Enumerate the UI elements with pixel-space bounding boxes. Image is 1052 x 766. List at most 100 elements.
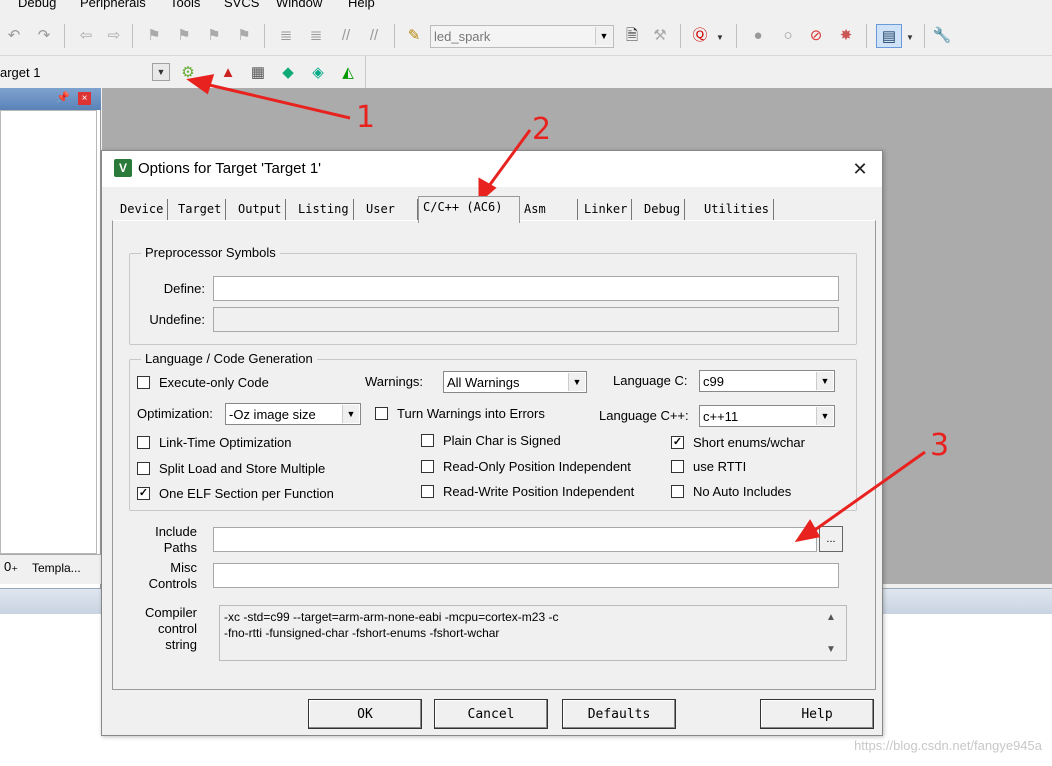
menu-tools[interactable]: Tools bbox=[170, 0, 200, 10]
close-icon[interactable]: × bbox=[78, 92, 91, 105]
tab-linker[interactable]: Linker bbox=[580, 199, 633, 221]
optimization-select[interactable]: -Oz image size ▼ bbox=[225, 403, 361, 425]
uncomment-icon[interactable]: // bbox=[364, 25, 384, 45]
plain-char-option[interactable]: Plain Char is Signed bbox=[421, 431, 561, 449]
ropi-checkbox[interactable] bbox=[421, 459, 434, 473]
chevron-down-icon[interactable]: ▼ bbox=[152, 63, 170, 81]
close-button[interactable]: ✕ bbox=[846, 157, 874, 181]
split-load-checkbox[interactable] bbox=[137, 461, 150, 475]
one-elf-option[interactable]: ✓ One ELF Section per Function bbox=[137, 484, 334, 502]
redo-icon[interactable]: ↷ bbox=[34, 25, 54, 45]
tab-target[interactable]: Target bbox=[174, 199, 227, 221]
tab-listing[interactable]: Listing bbox=[294, 199, 354, 221]
include-paths-input[interactable] bbox=[213, 527, 817, 552]
find-in-files-icon[interactable]: ✎ bbox=[404, 25, 424, 45]
breakpoint-disable-icon[interactable]: ○ bbox=[778, 25, 798, 45]
turn-warnings-option[interactable]: Turn Warnings into Errors bbox=[375, 404, 545, 422]
turn-warnings-label: Turn Warnings into Errors bbox=[397, 405, 545, 421]
watermark-text: https://blog.csdn.net/fangye945a bbox=[854, 738, 1042, 753]
language-cpp-select[interactable]: c++11 ▼ bbox=[699, 405, 835, 427]
debug-session-icon[interactable]: Ⓠ bbox=[690, 25, 710, 45]
unindent-icon[interactable]: ≣ bbox=[306, 25, 326, 45]
project-combo[interactable]: led_spark ▼ bbox=[430, 25, 614, 48]
c-cpp-tab-page: Preprocessor Symbols Define: Undefine: L… bbox=[112, 220, 876, 690]
rwpi-option[interactable]: Read-Write Position Independent bbox=[421, 482, 634, 500]
short-enums-checkbox[interactable]: ✓ bbox=[671, 435, 684, 449]
tab-output[interactable]: Output bbox=[234, 199, 287, 221]
file-extensions-icon[interactable]: ▦ bbox=[248, 62, 268, 82]
rwpi-checkbox[interactable] bbox=[421, 484, 434, 498]
tab-debug[interactable]: Debug bbox=[640, 199, 686, 221]
wrench-icon[interactable]: 🔧 bbox=[932, 25, 952, 45]
language-cpp-label: Language C++: bbox=[599, 408, 689, 423]
menubar: Debug Peripherals Tools SVCS Window Help bbox=[0, 0, 1052, 14]
tab-device[interactable]: Device bbox=[116, 199, 169, 221]
undefine-label: Undefine: bbox=[149, 312, 205, 327]
breakpoint-kill-all-icon[interactable]: ✸ bbox=[836, 25, 856, 45]
indent-icon[interactable]: ≣ bbox=[276, 25, 296, 45]
find-icon[interactable]: 🗎 bbox=[622, 25, 642, 45]
execute-only-option[interactable]: Execute-only Code bbox=[137, 373, 269, 391]
menu-svcs[interactable]: SVCS bbox=[224, 0, 259, 10]
project-tree[interactable] bbox=[0, 110, 97, 554]
nav-forward-icon[interactable]: ⇨ bbox=[104, 25, 124, 45]
pin-icon[interactable]: 📌 bbox=[56, 91, 70, 104]
pack-installer-icon[interactable]: ◆ bbox=[278, 62, 298, 82]
tab-utilities[interactable]: Utilities bbox=[700, 199, 775, 221]
cancel-button[interactable]: Cancel bbox=[434, 699, 548, 729]
rtti-option[interactable]: use RTTI bbox=[671, 457, 746, 475]
ropi-option[interactable]: Read-Only Position Independent bbox=[421, 457, 631, 475]
short-enums-option[interactable]: ✓ Short enums/wchar bbox=[671, 433, 805, 451]
menu-window[interactable]: Window bbox=[276, 0, 322, 10]
nav-back-icon[interactable]: ⇦ bbox=[76, 25, 96, 45]
software-packs-icon[interactable]: ◭ bbox=[338, 62, 358, 82]
tab-user[interactable]: User bbox=[362, 199, 418, 221]
help-button[interactable]: Help bbox=[760, 699, 874, 729]
tab-asm[interactable]: Asm bbox=[520, 199, 578, 221]
comment-icon[interactable]: // bbox=[336, 25, 356, 45]
compiler-control-string[interactable]: -xc -std=c99 --target=arm-arm-none-eabi … bbox=[219, 605, 847, 661]
bookmark-next-icon[interactable]: ⚑ bbox=[204, 25, 224, 45]
bookmark-icon[interactable]: ⚑ bbox=[144, 25, 164, 45]
split-load-option[interactable]: Split Load and Store Multiple bbox=[137, 459, 325, 477]
tab-c-cpp-ac6[interactable]: C/C++ (AC6) bbox=[418, 196, 520, 223]
breakpoint-kill-icon[interactable]: ⊘ bbox=[806, 25, 826, 45]
debug-dropdown-icon[interactable]: ▼ bbox=[716, 33, 724, 42]
bookmark-clear-icon[interactable]: ⚑ bbox=[234, 25, 254, 45]
browse-button[interactable]: ... bbox=[819, 526, 843, 552]
incremental-find-icon[interactable]: ⚒ bbox=[650, 25, 670, 45]
undo-icon[interactable]: ↶ bbox=[4, 25, 24, 45]
no-auto-includes-option[interactable]: No Auto Includes bbox=[671, 482, 791, 500]
plain-char-checkbox[interactable] bbox=[421, 433, 434, 447]
turn-warnings-checkbox[interactable] bbox=[375, 406, 388, 420]
ok-button[interactable]: OK bbox=[308, 699, 422, 729]
target-combo-value[interactable]: arget 1 bbox=[0, 65, 40, 80]
bookmark-prev-icon[interactable]: ⚑ bbox=[174, 25, 194, 45]
execute-only-checkbox[interactable] bbox=[137, 375, 150, 389]
misc-controls-input[interactable] bbox=[213, 563, 839, 588]
menu-debug[interactable]: Debug bbox=[18, 0, 56, 10]
main-toolbar: ↶ ↷ ⇦ ⇨ ⚑ ⚑ ⚑ ⚑ ≣ ≣ // // ✎ led_spark ▼ … bbox=[0, 16, 1052, 56]
select-device-icon[interactable]: ◈ bbox=[308, 62, 328, 82]
manage-components-icon[interactable]: ▲ bbox=[218, 62, 238, 82]
define-input[interactable] bbox=[213, 276, 839, 301]
lto-checkbox[interactable] bbox=[137, 435, 150, 449]
layout-dropdown-icon[interactable]: ▼ bbox=[906, 33, 914, 42]
breakpoint-icon[interactable]: ● bbox=[748, 25, 768, 45]
options-for-target-icon[interactable]: ⚙ bbox=[178, 62, 198, 82]
templates-tab[interactable]: Templa... bbox=[32, 561, 81, 575]
window-layout-icon[interactable]: ▤ bbox=[876, 24, 902, 48]
defaults-button[interactable]: Defaults bbox=[562, 699, 676, 729]
scroll-up-icon[interactable]: ▲ bbox=[826, 610, 836, 626]
language-c-select[interactable]: c99 ▼ bbox=[699, 370, 835, 392]
menu-peripherals[interactable]: Peripherals bbox=[80, 0, 146, 10]
no-auto-includes-checkbox[interactable] bbox=[671, 484, 684, 498]
annotation-label-3: 3 bbox=[930, 428, 950, 463]
lto-option[interactable]: Link-Time Optimization bbox=[137, 433, 291, 451]
rtti-checkbox[interactable] bbox=[671, 459, 684, 473]
scroll-down-icon[interactable]: ▼ bbox=[826, 642, 836, 658]
menu-help[interactable]: Help bbox=[348, 0, 375, 10]
warnings-select[interactable]: All Warnings ▼ bbox=[443, 371, 587, 393]
one-elf-checkbox[interactable]: ✓ bbox=[137, 486, 150, 500]
dialog-titlebar: V Options for Target 'Target 1' ✕ bbox=[102, 151, 882, 187]
